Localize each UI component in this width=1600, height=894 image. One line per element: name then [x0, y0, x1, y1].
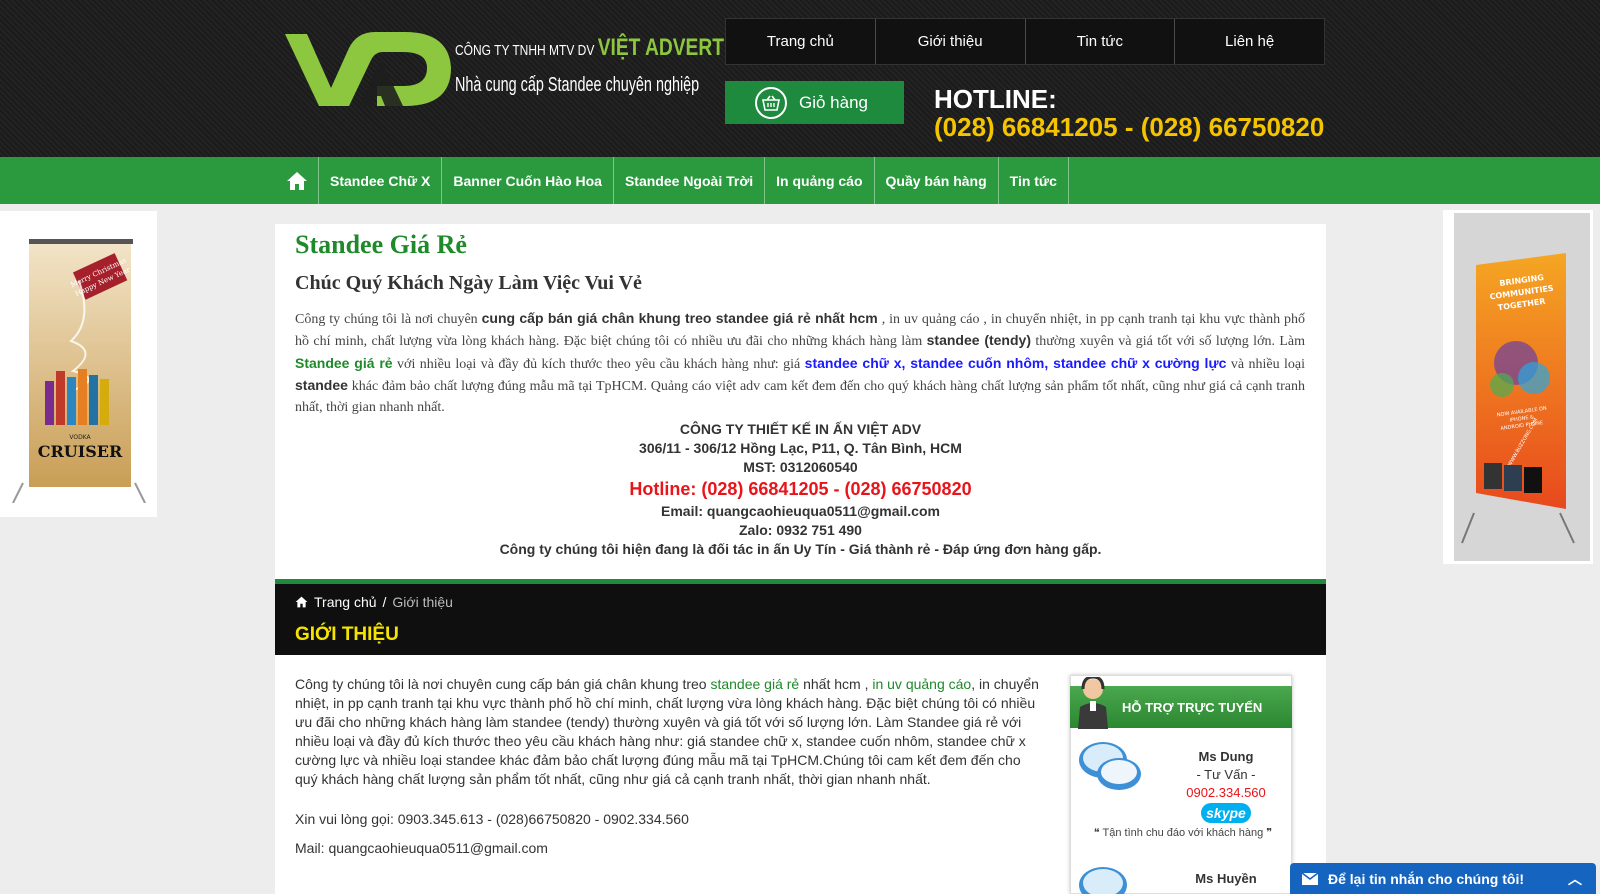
page-subtitle: Chúc Quý Khách Ngày Làm Việc Vui Vẻ: [295, 272, 642, 294]
right-standee-ad-image: BRINGING COMMUNITIES TOGETHER NOW AVAILA…: [1454, 213, 1590, 561]
chevron-up-icon[interactable]: ︿: [1568, 869, 1582, 889]
phone-line: Xin vui lòng gọi: 0903.345.613 - (028)66…: [295, 811, 689, 827]
main-nav-standee-x[interactable]: Standee Chữ X: [319, 157, 443, 204]
company-email: Email: quangcaohieuqua0511@gmail.com: [661, 503, 940, 519]
main-nav: Standee Chữ X Banner Cuốn Hào Hoa Stande…: [0, 157, 1600, 204]
chat-bubble-icon: [1079, 867, 1127, 894]
support-title: HỖ TRỢ TRỰC TUYẾN: [1122, 699, 1263, 715]
online-support-widget: HỖ TRỢ TRỰC TUYẾN Ms Dung - Tư Vấn - 090…: [1070, 675, 1292, 894]
site-header: CÔNG TY TNHH MTV DV VIỆT ADVERTISING Nhà…: [0, 0, 1600, 157]
cart-label: Giỏ hàng: [799, 92, 868, 112]
in-uv-quang-cao-link[interactable]: in uv quảng cáo: [872, 676, 971, 692]
svg-text:VODKA: VODKA: [69, 434, 91, 441]
breadcrumb-current: Giới thiệu: [392, 594, 453, 610]
skype-icon[interactable]: skype: [1201, 803, 1251, 823]
breadcrumb-separator: /: [382, 594, 387, 610]
intro-text: Công ty chúng tôi là nơi chuyên cung cấp…: [295, 676, 1039, 787]
section-title: GIỚI THIỆU: [295, 624, 399, 645]
hotline-numbers: (028) 66841205 - (028) 66750820: [934, 112, 1325, 142]
top-nav-news[interactable]: Tin tức: [1026, 19, 1176, 64]
vad-logo-mark: [285, 32, 451, 106]
company-address: 306/11 - 306/12 Hồng Lạc, P11, Q. Tân Bì…: [639, 440, 962, 456]
support-header: HỖ TRỢ TRỰC TUYẾN: [1070, 677, 1292, 729]
envelope-icon: [1302, 872, 1318, 885]
basket-icon: [755, 86, 787, 119]
main-nav-in-quang-cao[interactable]: In quảng cáo: [765, 157, 875, 204]
company-info: CÔNG TY THIẾT KẾ IN ẤN VIỆT ADV 306/11 -…: [275, 420, 1326, 559]
company-zalo: Zalo: 0932 751 490: [739, 522, 862, 538]
left-side-banner[interactable]: Merry Christmas Happy New Year VODKA CRU…: [0, 211, 157, 517]
company-mst: MST: 0312060540: [743, 459, 858, 475]
logo-tagline: Nhà cung cấp Standee chuyên nghiệp: [455, 74, 700, 96]
main-nav-banner-cuon[interactable]: Banner Cuốn Hào Hoa: [442, 157, 614, 204]
svg-text:CRUISER: CRUISER: [38, 442, 123, 461]
support-quote: ❝ Tận tình chu đáo với khách hàng ❞: [1093, 827, 1273, 839]
mail-line: Mail: quangcaohieuqua0511@gmail.com: [295, 840, 548, 856]
section-header: Trang chủ / Giới thiệu GIỚI THIỆU: [275, 579, 1326, 655]
main-nav-quay-ban-hang[interactable]: Quầy bán hàng: [875, 157, 999, 204]
company-name: CÔNG TY THIẾT KẾ IN ẤN VIỆT ADV: [679, 421, 922, 437]
standee-gia-re-link[interactable]: Standee giá rẻ: [295, 355, 393, 371]
breadcrumb: Trang chủ / Giới thiệu: [295, 594, 453, 610]
top-nav: Trang chủ Giới thiệu Tin tức Liên hệ: [725, 18, 1325, 65]
agent-phone[interactable]: 0902.334.560: [1166, 785, 1286, 800]
content-box: Standee Giá Rẻ Chúc Quý Khách Ngày Làm V…: [275, 224, 1326, 580]
breadcrumb-home[interactable]: Trang chủ: [314, 594, 377, 610]
right-side-banner[interactable]: BRINGING COMMUNITIES TOGETHER NOW AVAILA…: [1443, 210, 1593, 564]
chat-bubble-icon: [1079, 742, 1141, 790]
leave-message-bar[interactable]: Để lại tin nhắn cho chúng tôi! ︿: [1290, 863, 1596, 894]
top-nav-contact[interactable]: Liên hệ: [1175, 19, 1324, 64]
standee-gia-re-inline-link[interactable]: standee giá rẻ: [710, 676, 799, 692]
home-icon[interactable]: [276, 157, 319, 204]
page-title: Standee Giá Rẻ: [295, 230, 467, 259]
agent-name: Ms Dung: [1198, 749, 1254, 764]
site-logo[interactable]: CÔNG TY TNHH MTV DV VIỆT ADVERTISING Nhà…: [279, 26, 776, 110]
leave-message-label: Để lại tin nhắn cho chúng tôi!: [1328, 870, 1524, 887]
agent-name: Ms Huyền: [1195, 871, 1257, 886]
top-nav-home[interactable]: Trang chủ: [726, 19, 876, 64]
home-small-icon: [295, 596, 308, 608]
left-standee-ad-image: Merry Christmas Happy New Year VODKA CRU…: [12, 239, 146, 503]
intro-paragraph: Công ty chúng tôi là nơi chuyên cung cấp…: [295, 310, 1306, 415]
company-slogan: Công ty chúng tôi hiện đang là đối tác i…: [499, 541, 1102, 557]
standee-types-link[interactable]: standee chữ x, standee cuốn nhôm, stande…: [805, 355, 1227, 371]
hotline-label: HOTLINE:: [934, 84, 1057, 114]
top-nav-about[interactable]: Giới thiệu: [876, 19, 1026, 64]
company-hotline: Hotline: (028) 66841205 - (028) 66750820: [629, 479, 972, 499]
main-nav-standee-ngoai-troi[interactable]: Standee Ngoài Trời: [614, 157, 766, 204]
support-agent-icon: [1078, 677, 1108, 729]
agent-role: - Tư Vấn -: [1196, 767, 1256, 782]
main-nav-tin-tuc[interactable]: Tin tức: [999, 157, 1069, 204]
cart-button[interactable]: Giỏ hàng: [725, 81, 904, 124]
